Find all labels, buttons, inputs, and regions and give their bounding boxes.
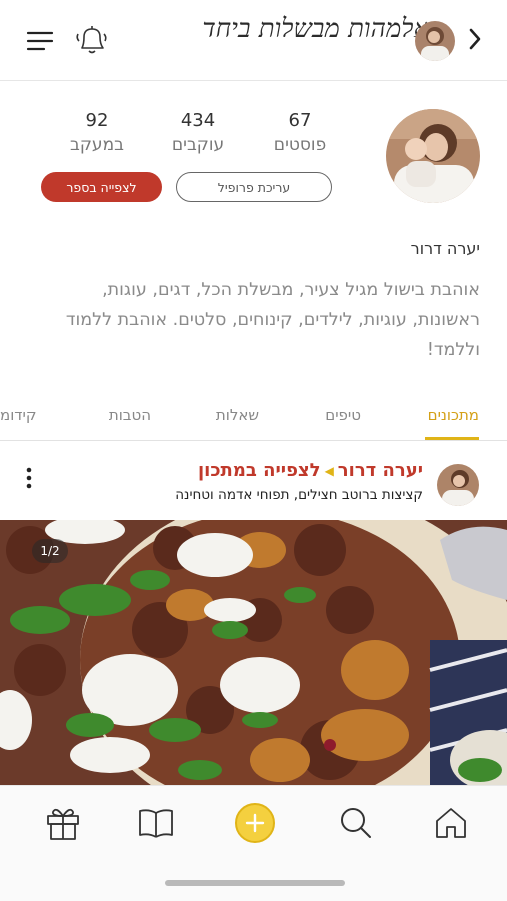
post-image[interactable] xyxy=(0,520,507,785)
search-icon[interactable] xyxy=(337,804,375,842)
book-icon[interactable] xyxy=(137,804,175,842)
tab-benefits[interactable]: הטבות xyxy=(109,406,151,424)
active-tab-indicator xyxy=(425,437,479,440)
stat-value: 92 xyxy=(85,110,109,131)
app-title: אלמהות מבשלות ביחד xyxy=(202,14,429,44)
stat-followers[interactable]: 434 עוקבים xyxy=(163,110,233,155)
hamburger-menu-icon[interactable] xyxy=(26,30,54,52)
home-icon[interactable] xyxy=(432,804,470,842)
home-indicator xyxy=(165,880,345,886)
add-icon[interactable] xyxy=(234,802,276,844)
stat-label: עוקבים xyxy=(171,135,225,155)
stat-posts[interactable]: 67 פוסטים xyxy=(268,110,332,155)
stat-value: 67 xyxy=(288,110,312,131)
stat-value: 434 xyxy=(180,110,216,131)
more-options-icon[interactable] xyxy=(24,466,34,490)
tab-recipes[interactable]: מתכונים xyxy=(428,406,479,424)
tab-promotions[interactable]: קידומ xyxy=(0,406,36,424)
profile-avatar[interactable] xyxy=(386,109,480,203)
stat-following[interactable]: 92 במעקב xyxy=(64,110,130,155)
view-recipe-link[interactable]: לצפייה במתכון xyxy=(198,460,321,481)
post-recipe-title: קציצות ברוטב חצילים, תפוחי אדמה וטחינה xyxy=(175,487,423,503)
stat-label: פוסטים xyxy=(273,135,327,155)
post-author-name[interactable]: יערה דרור xyxy=(338,460,423,481)
tab-tips[interactable]: טיפים xyxy=(325,406,361,424)
arrow-left-icon: ◀ xyxy=(324,464,334,478)
image-counter: 1/2 xyxy=(32,539,68,563)
profile-bio: אוהבת בישול מגיל צעיר, מבשלת הכל, דגים, … xyxy=(65,280,480,360)
profile-name: יערה דרור xyxy=(410,239,480,258)
post-header: יערה דרור ◀לצפייה במתכון xyxy=(198,460,423,481)
stat-label: במעקב xyxy=(70,135,124,155)
bell-icon[interactable] xyxy=(74,24,110,56)
back-chevron-icon[interactable] xyxy=(467,26,483,57)
gift-icon[interactable] xyxy=(44,804,82,842)
header-avatar[interactable] xyxy=(415,21,455,61)
post-author-avatar[interactable] xyxy=(437,464,479,506)
tab-questions[interactable]: שאלות xyxy=(216,406,259,424)
view-book-button[interactable]: לצפייה בספר xyxy=(41,172,162,202)
edit-profile-button[interactable]: עריכת פרופיל xyxy=(176,172,332,202)
